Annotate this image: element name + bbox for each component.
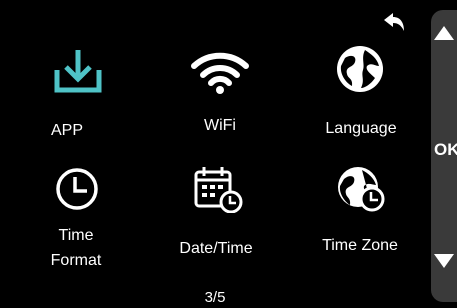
back-arrow-icon[interactable] [382, 12, 406, 34]
download-icon [54, 50, 102, 93]
menu-item-label: APP [50, 122, 83, 139]
menu-item-label: Time Zone [322, 237, 398, 254]
wifi-icon [191, 52, 249, 94]
calendar-icon [194, 167, 243, 213]
page-indicator: 3/5 [204, 289, 226, 306]
menu-item-time-zone[interactable]: Time Zone [300, 165, 420, 275]
triangle-down-icon[interactable] [434, 254, 454, 268]
menu-item-app[interactable]: APP [20, 40, 140, 140]
menu-item-label-line1: Time [58, 227, 94, 244]
menu-item-time-format[interactable]: Time Format [20, 165, 140, 275]
globe-icon [337, 46, 383, 92]
menu-item-language[interactable]: Language [300, 40, 420, 140]
ok-button[interactable]: OK [434, 140, 457, 160]
menu-item-label: WiFi [204, 117, 236, 134]
menu-item-label-line2: Format [50, 252, 102, 269]
triangle-up-icon[interactable] [434, 26, 454, 40]
globe-clock-icon [338, 167, 385, 212]
settings-screen: APP WiFi Language Time Format Date/Time … [0, 0, 431, 308]
menu-item-label: Date/Time [179, 240, 253, 257]
menu-item-label: Language [325, 120, 397, 137]
menu-item-date-time[interactable]: Date/Time [160, 165, 280, 275]
menu-item-wifi[interactable]: WiFi [160, 40, 280, 140]
clock-icon [56, 168, 98, 210]
